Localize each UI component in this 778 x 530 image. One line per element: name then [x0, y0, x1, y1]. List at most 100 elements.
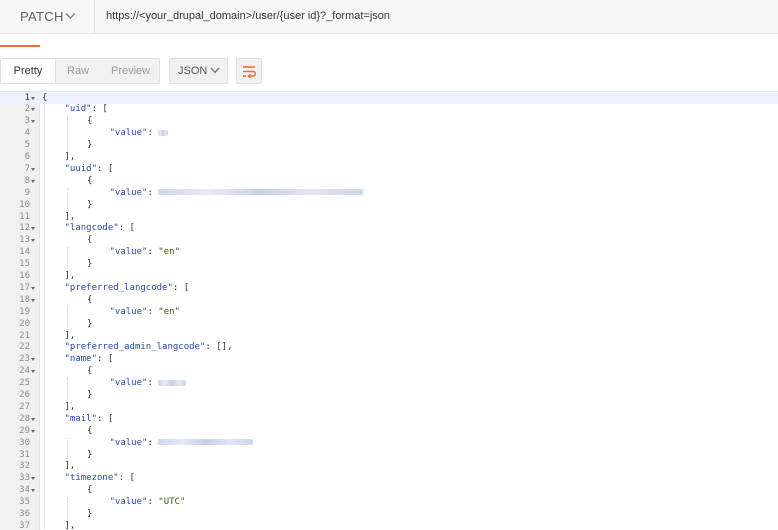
- code-text: }: [87, 140, 92, 152]
- line-number: 10: [0, 200, 30, 212]
- code-line: 22"preferred_admin_langcode": [],: [0, 342, 778, 354]
- fold-toggle-icon[interactable]: [31, 370, 35, 373]
- code-token: {: [87, 485, 92, 495]
- code-text: {: [42, 93, 47, 105]
- json-key: "value": [110, 188, 148, 198]
- response-toolbar: Pretty Raw Preview JSON: [0, 47, 778, 91]
- code-line: 18 {: [0, 295, 778, 307]
- json-key: "value": [110, 497, 148, 507]
- tab-raw[interactable]: Raw: [67, 59, 89, 83]
- fold-toggle-icon[interactable]: [31, 477, 35, 480]
- code-text: "value": "UTC": [110, 497, 186, 509]
- line-number: 36: [0, 509, 30, 521]
- code-line: 13{: [0, 235, 778, 247]
- line-number: 18: [0, 295, 30, 307]
- code-token: ],: [65, 271, 76, 281]
- fold-toggle-icon[interactable]: [31, 489, 35, 492]
- code-text: "timezone": [: [65, 473, 135, 485]
- fold-toggle-icon[interactable]: [31, 430, 35, 433]
- fold-toggle-icon[interactable]: [31, 358, 35, 361]
- format-select[interactable]: JSON: [169, 58, 228, 84]
- json-key: "value": [110, 307, 148, 317]
- method-select[interactable]: PATCH: [0, 0, 95, 33]
- code-line: 8{: [0, 176, 778, 188]
- code-line: 30"value":: [0, 438, 778, 450]
- code-text: {: [87, 366, 92, 378]
- line-number: 22: [0, 342, 30, 354]
- code-token: : [: [97, 354, 113, 364]
- fold-toggle-icon[interactable]: [31, 227, 35, 230]
- code-token: {: [42, 93, 47, 103]
- code-text: "name": [: [65, 354, 114, 366]
- tab-preview[interactable]: Preview: [111, 59, 150, 83]
- code-token: ],: [65, 461, 76, 471]
- tab-pretty[interactable]: Pretty: [1, 59, 56, 83]
- url-input[interactable]: https://<your_drupal_domain>/user/{user …: [106, 10, 390, 22]
- request-url-bar: PATCH https://<your_drupal_domain>/user/…: [0, 0, 778, 34]
- line-number: 1: [0, 93, 30, 105]
- json-key: "langcode": [65, 223, 119, 233]
- code-line: 2 "uid": [: [0, 104, 778, 116]
- redacted-value: [158, 439, 253, 445]
- response-body-editor[interactable]: 1{2"uid": [3{4"value": 5}6],7"uuid": [8{…: [0, 91, 778, 530]
- code-line: 15}: [0, 259, 778, 271]
- code-line: 20}: [0, 319, 778, 331]
- code-text: {: [87, 295, 92, 307]
- fold-toggle-icon[interactable]: [31, 180, 35, 183]
- line-number: 30: [0, 438, 30, 450]
- code-text: "langcode": [: [65, 223, 135, 235]
- json-string-value: "en": [158, 307, 180, 317]
- code-text: "mail": [: [65, 414, 114, 426]
- code-line: 23 "name": [: [0, 354, 778, 366]
- json-string-value: "UTC": [158, 497, 185, 507]
- line-number: 31: [0, 450, 30, 462]
- code-line: 12 "langcode": [: [0, 223, 778, 235]
- code-token: : [: [119, 473, 135, 483]
- code-token: }: [87, 140, 92, 150]
- code-text: {: [87, 485, 92, 497]
- fold-toggle-icon[interactable]: [31, 239, 35, 242]
- fold-toggle-icon[interactable]: [31, 418, 35, 421]
- json-string-value: "en": [158, 247, 180, 257]
- code-line: 28"mail": [: [0, 414, 778, 426]
- line-number: 12: [0, 223, 30, 235]
- fold-toggle-icon[interactable]: [31, 108, 35, 111]
- code-line: 7"uuid": [: [0, 164, 778, 176]
- code-text: {: [87, 176, 92, 188]
- code-text: }: [87, 319, 92, 331]
- code-token: :: [147, 128, 158, 138]
- fold-toggle-icon[interactable]: [31, 299, 35, 302]
- code-line: 34{: [0, 485, 778, 497]
- code-token: : [],: [205, 342, 232, 352]
- line-number: 19: [0, 307, 30, 319]
- line-number: 2: [0, 104, 30, 116]
- code-text: ],: [65, 271, 76, 283]
- code-line: 6],: [0, 152, 778, 164]
- line-number: 23: [0, 354, 30, 366]
- code-text: ],: [65, 212, 76, 224]
- fold-toggle-icon[interactable]: [31, 168, 35, 171]
- json-key: "timezone": [65, 473, 119, 483]
- line-number: 24: [0, 366, 30, 378]
- fold-toggle-icon[interactable]: [31, 120, 35, 123]
- fold-toggle-icon[interactable]: [31, 287, 35, 290]
- code-line: 5}: [0, 140, 778, 152]
- fold-toggle-icon[interactable]: [31, 97, 35, 100]
- code-text: }: [87, 200, 92, 212]
- code-text: ],: [65, 402, 76, 414]
- wrap-lines-icon: [242, 65, 257, 78]
- line-number: 14: [0, 247, 30, 259]
- code-text: "uid": [: [65, 104, 108, 116]
- code-token: : [: [97, 414, 113, 424]
- line-number: 8: [0, 176, 30, 188]
- line-number: 29: [0, 426, 30, 438]
- code-token: }: [87, 450, 92, 460]
- code-token: }: [87, 259, 92, 269]
- wrap-lines-button[interactable]: [236, 58, 262, 84]
- code-token: ],: [65, 152, 76, 162]
- code-token: ],: [65, 331, 76, 341]
- code-text: ],: [65, 461, 76, 473]
- redacted-value: [158, 130, 168, 136]
- code-line: 19"value": "en": [0, 307, 778, 319]
- json-key: "mail": [65, 414, 98, 424]
